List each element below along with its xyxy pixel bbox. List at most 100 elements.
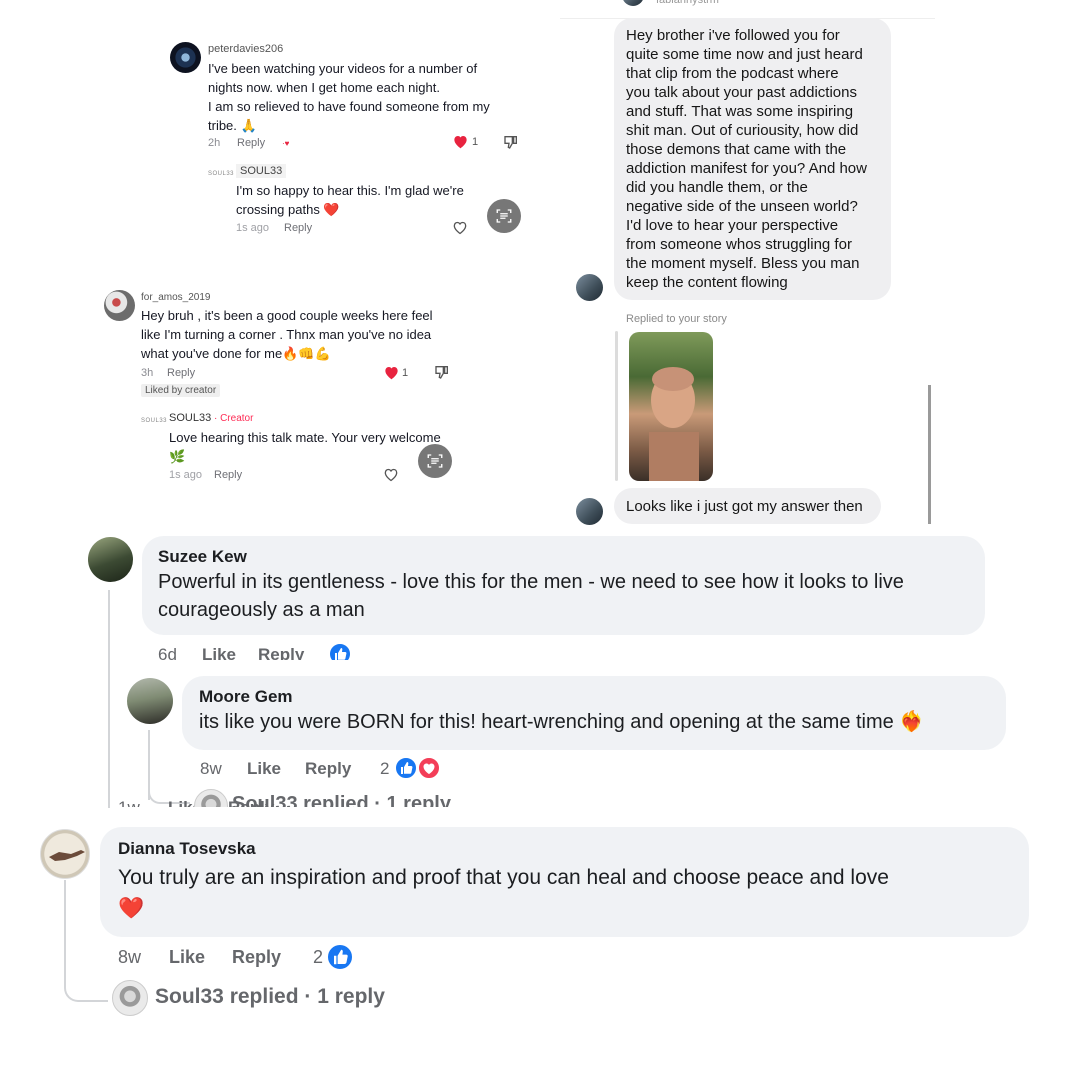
creator-tag: · Creator bbox=[211, 413, 254, 424]
comment-time: 8w bbox=[200, 759, 222, 778]
commenter-avatar[interactable] bbox=[40, 829, 90, 879]
message-line: negative side of the unseen world? bbox=[626, 198, 858, 215]
like-button[interactable]: Like bbox=[202, 645, 236, 660]
thread-curve bbox=[64, 960, 108, 1002]
comment-text-line: like I'm turning a corner . Thnx man you… bbox=[141, 327, 432, 342]
sticker-icon: ·♥ bbox=[282, 139, 290, 148]
comment-time: 6d bbox=[158, 645, 177, 660]
thread-line bbox=[108, 590, 110, 808]
comment-text-line: courageously as a man bbox=[158, 599, 365, 621]
message-line: shit man. Out of curiousity, how did bbox=[626, 122, 859, 139]
reply-username[interactable]: SOUL33 bbox=[169, 412, 211, 424]
comment-text: Hey bruh , it's been a good couple weeks… bbox=[141, 306, 471, 363]
like-reaction-icon bbox=[326, 943, 354, 971]
commenter-avatar[interactable] bbox=[127, 678, 173, 724]
heart-icon[interactable] bbox=[452, 134, 469, 154]
comment-bubble: Dianna Tosevska You truly are an inspira… bbox=[100, 827, 1029, 937]
like-button[interactable]: Like bbox=[247, 759, 281, 779]
reply-time: 1s ago bbox=[236, 222, 270, 234]
conversation-name[interactable]: fabianhystrm bbox=[656, 0, 719, 6]
scan-text-icon[interactable] bbox=[487, 199, 521, 233]
message-line: quite some time now and just heard bbox=[626, 46, 863, 63]
comment-text-line: Powerful in its gentleness - love this f… bbox=[158, 571, 904, 593]
message-line: and stuff. That was some inspiring bbox=[626, 103, 854, 120]
soul33-logo: SOUL33 bbox=[208, 171, 235, 177]
reply-time: 1s ago bbox=[169, 469, 203, 481]
comment-username[interactable]: for_amos_2019 bbox=[141, 292, 211, 303]
comment-text-line: You truly are an inspiration and proof t… bbox=[118, 866, 889, 889]
reply-button[interactable]: Reply bbox=[284, 222, 312, 234]
sender-avatar[interactable] bbox=[576, 498, 603, 525]
reaction-count[interactable]: 2 bbox=[313, 947, 323, 968]
story-thumbnail[interactable] bbox=[629, 332, 713, 481]
comment-text-line: what you've done for me🔥👊💪 bbox=[141, 346, 331, 361]
commenter-name[interactable]: Dianna Tosevska bbox=[118, 839, 1011, 859]
message-text: Hey brother i've followed you for quite … bbox=[626, 26, 879, 292]
reply-button[interactable]: Reply bbox=[167, 367, 195, 379]
message-line: Hey brother i've followed you for bbox=[626, 27, 840, 44]
reply-button[interactable]: Reply bbox=[232, 947, 281, 968]
comment-text-line: nights now. when I get home each night. bbox=[208, 80, 440, 95]
comment-text: its like you were BORN for this! heart-w… bbox=[199, 711, 925, 733]
reaction-count[interactable]: 2 bbox=[380, 759, 389, 779]
reply-button[interactable]: Reply bbox=[237, 137, 265, 149]
heart-icon[interactable] bbox=[383, 365, 400, 385]
reply-username[interactable]: SOUL33 bbox=[236, 164, 287, 178]
comment-text: You truly are an inspiration and proof t… bbox=[118, 862, 1011, 924]
heart-outline-icon[interactable] bbox=[383, 467, 399, 487]
comment-time: 1w bbox=[118, 798, 140, 807]
commenter-name[interactable]: Moore Gem bbox=[199, 687, 989, 707]
message-line: from someone whos struggling for bbox=[626, 236, 852, 253]
message-line: you talk about your past addictions bbox=[626, 84, 857, 101]
reply-button[interactable]: Reply bbox=[258, 645, 304, 660]
message-line: addiction manifest for you? And how bbox=[626, 160, 867, 177]
like-count: 1 bbox=[402, 367, 409, 379]
comment-text: I've been watching your videos for a num… bbox=[208, 59, 528, 135]
replies-link[interactable]: Soul33 replied · 1 reply bbox=[155, 985, 385, 1009]
reply-text: I'm so happy to hear this. I'm glad we'r… bbox=[236, 181, 506, 219]
comment-actions: 6d Like Reply bbox=[158, 644, 378, 660]
comment-bubble: Moore Gem its like you were BORN for thi… bbox=[182, 676, 1006, 750]
message-line: I'd love to hear your perspective bbox=[626, 217, 839, 234]
dislike-icon[interactable] bbox=[434, 364, 450, 385]
comment-username[interactable]: peterdavies206 bbox=[208, 43, 283, 55]
reply-username-row: SOUL33 · Creator bbox=[169, 412, 253, 424]
replier-avatar bbox=[194, 789, 228, 807]
love-reaction-icon bbox=[417, 756, 441, 780]
comment-bubble: Suzee Kew Powerful in its gentleness - l… bbox=[142, 536, 985, 635]
like-count: 1 bbox=[472, 136, 479, 148]
message-line: the moment myself. Bless you man bbox=[626, 255, 860, 272]
dislike-icon[interactable] bbox=[503, 134, 519, 155]
comment-time: 2h bbox=[208, 137, 221, 149]
replies-link[interactable]: Soul33 replied · 1 reply bbox=[232, 793, 451, 807]
comment-actions: 8w Like Reply 2 bbox=[118, 943, 378, 972]
reply-text-line: I'm so happy to hear this. I'm glad we'r… bbox=[236, 183, 464, 198]
replier-avatar[interactable] bbox=[112, 980, 148, 1016]
message-bubble: Looks like i just got my answer then bbox=[614, 488, 881, 524]
reply-button[interactable]: Reply bbox=[214, 469, 242, 481]
comment-text-line: Hey bruh , it's been a good couple weeks… bbox=[141, 308, 433, 323]
scrollbar[interactable] bbox=[928, 385, 931, 524]
scan-text-icon[interactable] bbox=[418, 444, 452, 478]
commenter-name[interactable]: Suzee Kew bbox=[158, 547, 969, 567]
comment-text-line: I am so relieved to have found someone f… bbox=[208, 99, 490, 114]
reply-button[interactable]: Reply bbox=[305, 759, 351, 779]
message-bubble: Hey brother i've followed you for quite … bbox=[614, 18, 891, 300]
sender-avatar[interactable] bbox=[576, 274, 603, 301]
commenter-avatar[interactable] bbox=[88, 537, 133, 582]
commenter-avatar[interactable] bbox=[170, 42, 201, 73]
comment-actions: 8w Like Reply 2 bbox=[200, 756, 460, 783]
liked-by-creator-badge: Liked by creator bbox=[141, 384, 221, 397]
soul33-logo: SOUL33 bbox=[141, 418, 168, 424]
story-reply-label: Replied to your story bbox=[626, 313, 727, 325]
commenter-avatar[interactable] bbox=[104, 290, 135, 321]
hidden-actions-row: 1w Like Reply Soul33 replied · 1 reply bbox=[118, 789, 498, 807]
like-reaction-icon bbox=[394, 756, 418, 780]
message-text: Looks like i just got my answer then bbox=[626, 498, 863, 515]
message-line: did you handle them, or the bbox=[626, 179, 808, 196]
like-button[interactable]: Like bbox=[169, 947, 205, 968]
like-reaction-icon bbox=[328, 644, 352, 660]
header-avatar bbox=[622, 0, 644, 6]
heart-outline-icon[interactable] bbox=[452, 220, 468, 240]
comment-text-line: ❤️ bbox=[118, 897, 145, 920]
